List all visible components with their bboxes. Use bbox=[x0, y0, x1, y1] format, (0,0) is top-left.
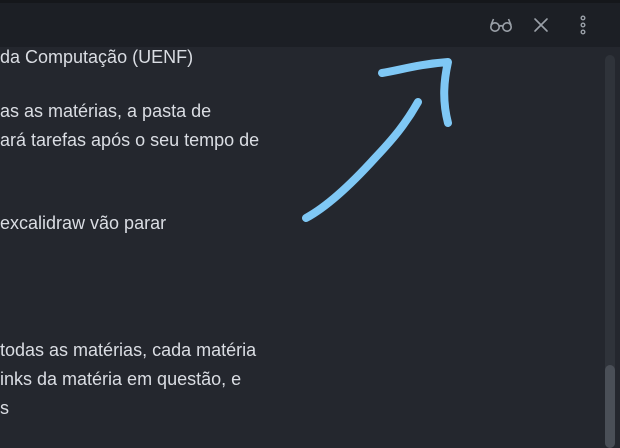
more-options-icon[interactable] bbox=[570, 12, 596, 38]
view-header bbox=[0, 0, 620, 47]
text-line: ará tarefas após o seu tempo de bbox=[0, 130, 260, 150]
text-line: excalidraw vão parar bbox=[0, 213, 167, 233]
text-line: as as matérias, a pasta de bbox=[0, 101, 212, 121]
note-content[interactable]: da Computação (UENF) as as matérias, a p… bbox=[0, 47, 600, 448]
close-icon[interactable] bbox=[528, 12, 554, 38]
scrollbar-thumb[interactable] bbox=[605, 365, 615, 448]
text-line: da Computação (UENF) bbox=[0, 47, 194, 67]
text-line: inks da matéria em questão, e bbox=[0, 369, 242, 389]
text-line: s bbox=[0, 398, 9, 418]
text-line: todas as matérias, cada matéria bbox=[0, 340, 257, 360]
reading-glasses-icon[interactable] bbox=[488, 12, 514, 38]
